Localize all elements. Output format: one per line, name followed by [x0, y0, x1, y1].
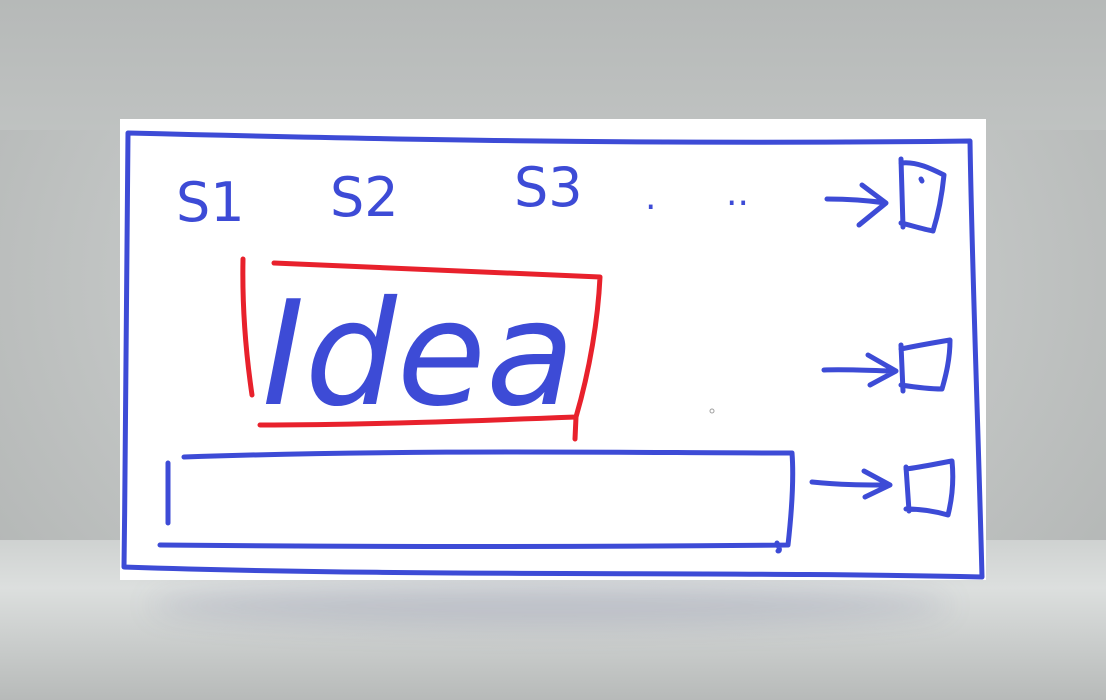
- arrow-right-icon: [809, 468, 893, 500]
- arrow-right-icon: [824, 182, 889, 228]
- speaker-icon: [903, 458, 956, 518]
- stage-label-s2: S2: [330, 166, 399, 229]
- whiteboard[interactable]: S1 S2 S3 . .. Idea: [120, 119, 986, 580]
- stage-label-s3: S3: [514, 156, 583, 219]
- stage-label-dots: ..: [726, 173, 749, 214]
- speaker-icon: [898, 337, 953, 394]
- long-bar: [157, 449, 796, 554]
- speaker-dot: [918, 176, 925, 184]
- board-shadow: [150, 585, 950, 625]
- sketch-canvas[interactable]: S1 S2 S3 . .. Idea: [120, 119, 986, 580]
- idea-word: Idea: [262, 270, 575, 439]
- backdrop-top: [0, 0, 1106, 130]
- stage-label-dot: .: [645, 177, 656, 218]
- stage-label-s1: S1: [176, 171, 245, 234]
- pointer-dot: [709, 408, 715, 414]
- speaker-icon: [898, 156, 947, 234]
- arrow-right-icon: [821, 352, 899, 388]
